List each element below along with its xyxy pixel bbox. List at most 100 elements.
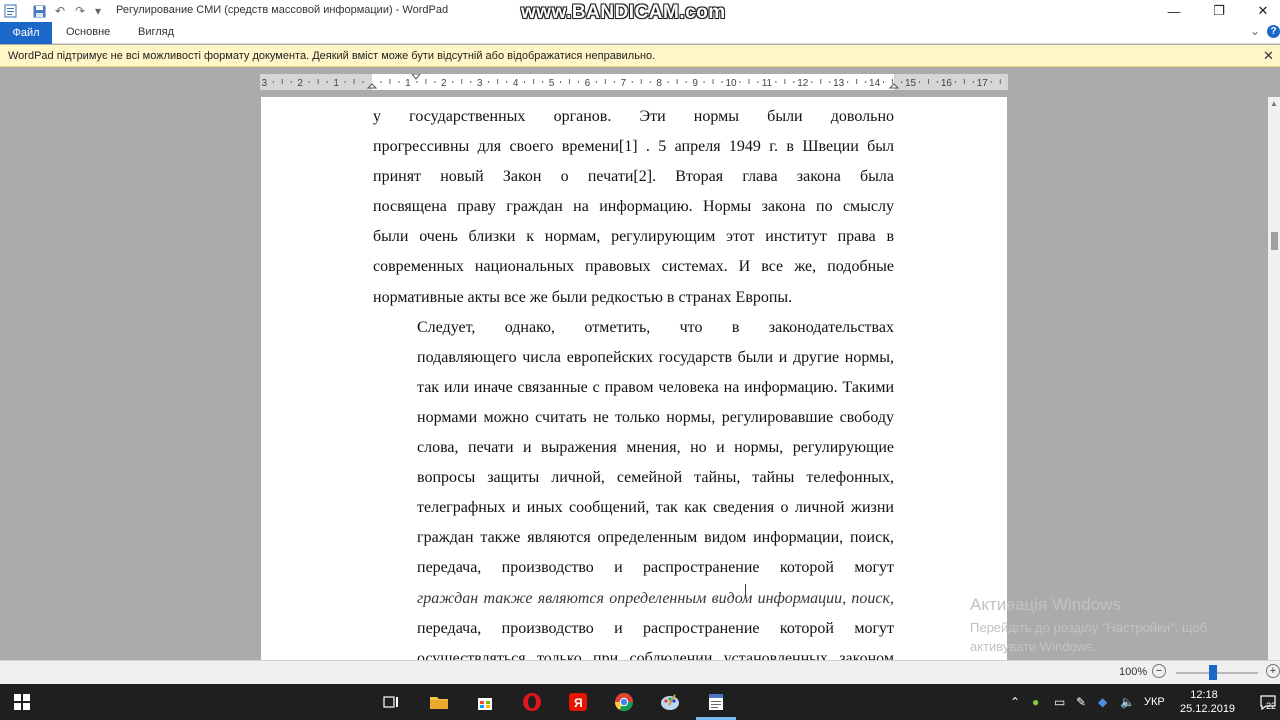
ruler-tick	[892, 79, 894, 84]
ruler-label: 12	[797, 78, 809, 89]
text-line: были очень близки к нормам, регулирующим…	[373, 228, 894, 246]
vertical-scrollbar[interactable]: ▲	[1268, 97, 1280, 660]
task-view-icon[interactable]	[380, 690, 404, 714]
ruler-tick	[757, 81, 759, 83]
ruler[interactable]: 3 2 1 1 2 3 4 5 6 7 8 9 10 11 12 13 14 15 16 17	[260, 74, 1008, 90]
ruler-tick	[820, 79, 822, 84]
notifications-icon[interactable]: 22	[1258, 692, 1278, 712]
ruler-tick	[811, 81, 813, 83]
tab-home[interactable]: Основне	[66, 26, 110, 38]
zoom-level: 100%	[1119, 666, 1148, 678]
ruler-tick	[685, 81, 687, 83]
ruler-tick	[524, 81, 526, 83]
text-line: осуществляться только при соблюдении уст…	[417, 649, 894, 660]
file-explorer-icon[interactable]	[427, 690, 451, 714]
ruler-tick	[883, 81, 885, 83]
volume-icon[interactable]: 🔈	[1120, 695, 1135, 709]
zoom-slider-thumb[interactable]	[1208, 665, 1217, 680]
ruler-tick	[667, 81, 669, 83]
left-indent-marker[interactable]	[366, 83, 378, 89]
text-line: у государственных органов. Эти нормы был…	[373, 108, 894, 125]
ruler-tick	[856, 79, 858, 84]
ruler-ticks: 3 2 1 1 2 3 4 5 6 7 8 9 10 11 12 13 14 15 16 17	[262, 74, 1001, 89]
windows-start-icon[interactable]	[10, 690, 34, 714]
battery-icon[interactable]: ▭	[1054, 695, 1065, 709]
ruler-tick	[398, 81, 400, 83]
store-icon[interactable]	[473, 690, 497, 714]
ruler-tick	[308, 81, 310, 83]
ruler-label: 17	[977, 78, 989, 89]
zoom-slider-track[interactable]	[1176, 672, 1258, 674]
ruler-label: 8	[656, 78, 662, 89]
ruler-tick	[784, 79, 786, 84]
tab-file[interactable]: Файл	[0, 22, 52, 44]
ruler-tick	[712, 79, 714, 84]
ruler-tick	[613, 81, 615, 83]
ruler-area: 3 2 1 1 2 3 4 5 6 7 8 9 10 11 12 13 14 15 16 17	[0, 68, 1268, 96]
close-button[interactable]: ✕	[1240, 0, 1280, 22]
ruler-label: 11	[762, 78, 773, 89]
wordpad-icon[interactable]	[2, 3, 18, 19]
ruler-tick	[972, 81, 974, 83]
recording-watermark: www.BANDICAM.com	[521, 2, 726, 23]
document-page[interactable]: у государственных органов. Эти нормы был…	[261, 97, 1007, 660]
ruler-tick	[281, 79, 283, 84]
text-line: слова, печати и выражения мнения, но и н…	[417, 439, 894, 457]
ruler-tick	[721, 81, 723, 83]
first-line-indent-marker[interactable]	[411, 74, 421, 80]
ruler-tick	[595, 81, 597, 83]
save-icon[interactable]	[31, 3, 47, 19]
ruler-tick	[506, 81, 508, 83]
collapse-ribbon-icon[interactable]: ⌄	[1250, 24, 1260, 38]
show-hidden-icons[interactable]: ⌃	[1010, 695, 1020, 709]
paragraph-1: у государственных органов. Эти нормы был…	[373, 102, 894, 313]
scrollbar-thumb[interactable]	[1271, 232, 1278, 250]
text-line: прогрессивны для своего времени[1] . 5 а…	[373, 138, 894, 156]
customize-quick-access-icon[interactable]: ▾	[90, 3, 106, 19]
ruler-label: 4	[513, 78, 519, 89]
ruler-tick	[461, 79, 463, 84]
ruler-tick	[434, 81, 436, 83]
ruler-label: 10	[725, 78, 737, 89]
ruler-tick	[353, 79, 355, 84]
wordpad-taskbar-icon[interactable]	[704, 690, 728, 714]
pen-icon[interactable]: ✎	[1076, 695, 1086, 709]
input-language[interactable]: УКР	[1144, 696, 1165, 708]
text-line: передача, производство и распространение…	[417, 559, 894, 577]
yandex-browser-icon[interactable]: Я	[566, 690, 590, 714]
ruler-tick	[416, 81, 418, 83]
dropbox-icon[interactable]: ◆	[1098, 695, 1107, 709]
text-line: телеграфных и иных сообщений, так как св…	[417, 499, 894, 517]
maximize-button[interactable]: ❐	[1196, 0, 1242, 22]
ruler-tick	[568, 79, 570, 84]
right-indent-marker[interactable]	[888, 83, 900, 89]
ruler-tick	[963, 79, 965, 84]
document-body[interactable]: у государственных органов. Эти нормы был…	[373, 102, 894, 660]
zoom-in-button[interactable]: +	[1266, 664, 1280, 678]
ruler-tick	[425, 79, 427, 84]
zoom-out-button[interactable]: −	[1152, 664, 1166, 678]
paragraph-2: Следует, однако, отметить, что в законод…	[373, 313, 894, 660]
chrome-icon[interactable]	[612, 690, 636, 714]
ribbon-tabs: Файл Основне Вигляд ⌄ ?	[0, 22, 1280, 44]
ruler-label: 6	[585, 78, 591, 89]
clock-time: 12:18	[1190, 689, 1218, 701]
undo-icon[interactable]: ↶	[52, 3, 68, 19]
sync-icon[interactable]: ●	[1032, 695, 1039, 709]
redo-icon[interactable]: ↷	[72, 3, 88, 19]
ruler-label: 16	[941, 78, 953, 89]
opera-icon[interactable]	[520, 690, 544, 714]
text-line: вопросы защиты личной, семейной тайны, т…	[417, 469, 894, 487]
ruler-tick	[452, 81, 454, 83]
scroll-up-icon[interactable]: ▲	[1270, 99, 1278, 108]
paint-icon[interactable]	[658, 690, 682, 714]
ruler-tick	[640, 79, 642, 84]
ruler-tick	[488, 81, 490, 83]
help-icon[interactable]: ?	[1267, 25, 1280, 38]
clock[interactable]: 12:18 25.12.2019	[1180, 688, 1236, 716]
ruler-tick	[676, 79, 678, 84]
clock-date: 25.12.2019	[1180, 703, 1236, 715]
infobar-close-icon[interactable]: ✕	[1263, 48, 1274, 64]
tab-view[interactable]: Вигляд	[138, 26, 174, 38]
minimize-button[interactable]: —	[1151, 0, 1197, 22]
